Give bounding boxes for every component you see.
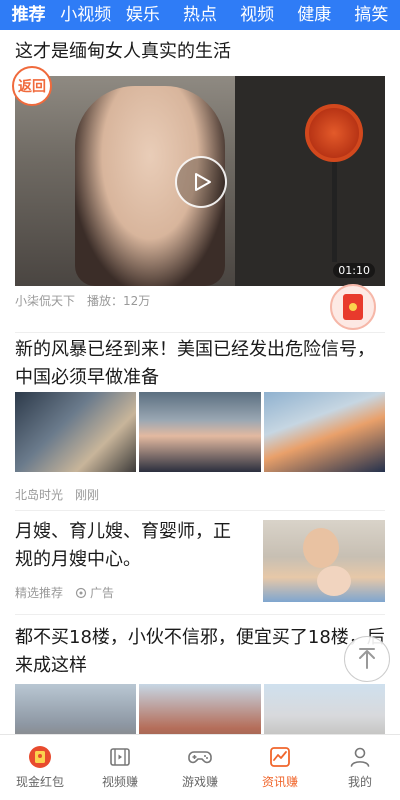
nav-mine[interactable]: 我的 (320, 735, 400, 800)
article-image (139, 684, 261, 734)
feed-item-three-images[interactable]: 都不买18楼，小伙不信邪，便宜买了18楼，后来成这样 (0, 614, 400, 734)
user-icon (350, 747, 370, 767)
gamepad-icon (188, 751, 212, 764)
category-tabs: 推荐 小视频 娱乐 热点 视频 健康 搞笑 (0, 0, 400, 30)
article-image (263, 684, 385, 734)
author-name: 北岛时光 (15, 488, 64, 502)
nav-label: 资讯赚 (261, 775, 298, 789)
tab-funny[interactable]: 搞笑 (343, 0, 400, 30)
video-image-fan (305, 104, 363, 162)
image-row (15, 392, 385, 472)
nav-label: 我的 (347, 775, 372, 789)
ad-image[interactable] (263, 520, 385, 602)
author-name: 小柒侃天下 (15, 294, 76, 308)
article-image (15, 392, 137, 472)
tab-short-video[interactable]: 小视频 (57, 0, 114, 30)
tab-hot[interactable]: 热点 (171, 0, 228, 30)
news-trend-icon (270, 747, 290, 767)
article-title[interactable]: 月嫂、育儿嫂、育婴师，正规的月嫂中心。 (0, 518, 248, 574)
tab-health[interactable]: 健康 (286, 0, 343, 30)
article-meta: 小柒侃天下 播放：12万 (15, 292, 150, 309)
red-packet-float-button[interactable] (330, 284, 376, 330)
nav-video-earn[interactable]: 视频赚 (80, 735, 160, 800)
video-duration: 01:10 (333, 263, 375, 278)
video-thumbnail[interactable]: 01:10 (15, 76, 385, 286)
article-meta: 北岛时光 刚刚 (15, 486, 99, 503)
article-image (263, 392, 385, 472)
nav-label: 游戏赚 (181, 775, 218, 789)
divider (15, 332, 385, 333)
ad-icon (75, 587, 87, 598)
back-button[interactable]: 返回 (12, 66, 52, 106)
play-count: 播放：12万 (87, 294, 151, 308)
article-title[interactable]: 新的风暴已经到来！美国已经发出危险信号，中国必须早做准备 (0, 336, 400, 392)
nav-label: 视频赚 (101, 775, 138, 789)
film-icon (110, 748, 130, 766)
tab-recommend[interactable]: 推荐 (0, 0, 57, 30)
publish-time: 刚刚 (75, 488, 100, 502)
article-image (139, 392, 261, 472)
article-title[interactable]: 这才是缅甸女人真实的生活 (0, 38, 246, 66)
red-packet-icon (29, 746, 51, 768)
feed-item-three-images[interactable]: 新的风暴已经到来！美国已经发出危险信号，中国必须早做准备 北岛时光 刚刚 (0, 334, 400, 510)
tab-video[interactable]: 视频 (229, 0, 286, 30)
nav-news-earn[interactable]: 资讯赚 (240, 735, 320, 800)
video-image-fan-stand (332, 162, 337, 262)
nav-cash-redpacket[interactable]: 现金红包 (0, 735, 80, 800)
ad-image-face (303, 528, 339, 568)
ad-tag: 广告 (75, 584, 114, 601)
article-image (15, 684, 137, 734)
scroll-to-top-button[interactable] (344, 636, 390, 682)
nav-game-earn[interactable]: 游戏赚 (160, 735, 240, 800)
bottom-navigation: 现金红包 视频赚 游戏赚 资讯赚 我的 (0, 734, 400, 800)
ad-label: 广告 (90, 586, 115, 600)
video-image-shadow (235, 76, 385, 286)
play-button[interactable] (175, 156, 227, 208)
arrow-up-icon (359, 648, 375, 669)
tab-entertainment[interactable]: 娱乐 (114, 0, 171, 30)
play-icon (195, 173, 211, 191)
nav-label: 现金红包 (15, 775, 64, 789)
ad-source: 精选推荐 (15, 586, 64, 600)
article-title[interactable]: 都不买18楼，小伙不信邪，便宜买了18楼，后来成这样 (0, 624, 400, 680)
news-feed[interactable]: 这才是缅甸女人真实的生活 01:10 小柒侃天下 播放：12万 返回 新的风暴已… (0, 30, 400, 734)
ad-image-baby (317, 566, 351, 596)
red-packet-icon (343, 294, 363, 320)
image-row (15, 684, 385, 734)
article-meta: 精选推荐 广告 (15, 584, 114, 601)
feed-item-ad[interactable]: 月嫂、育儿嫂、育婴师，正规的月嫂中心。 精选推荐 广告 (0, 510, 400, 614)
